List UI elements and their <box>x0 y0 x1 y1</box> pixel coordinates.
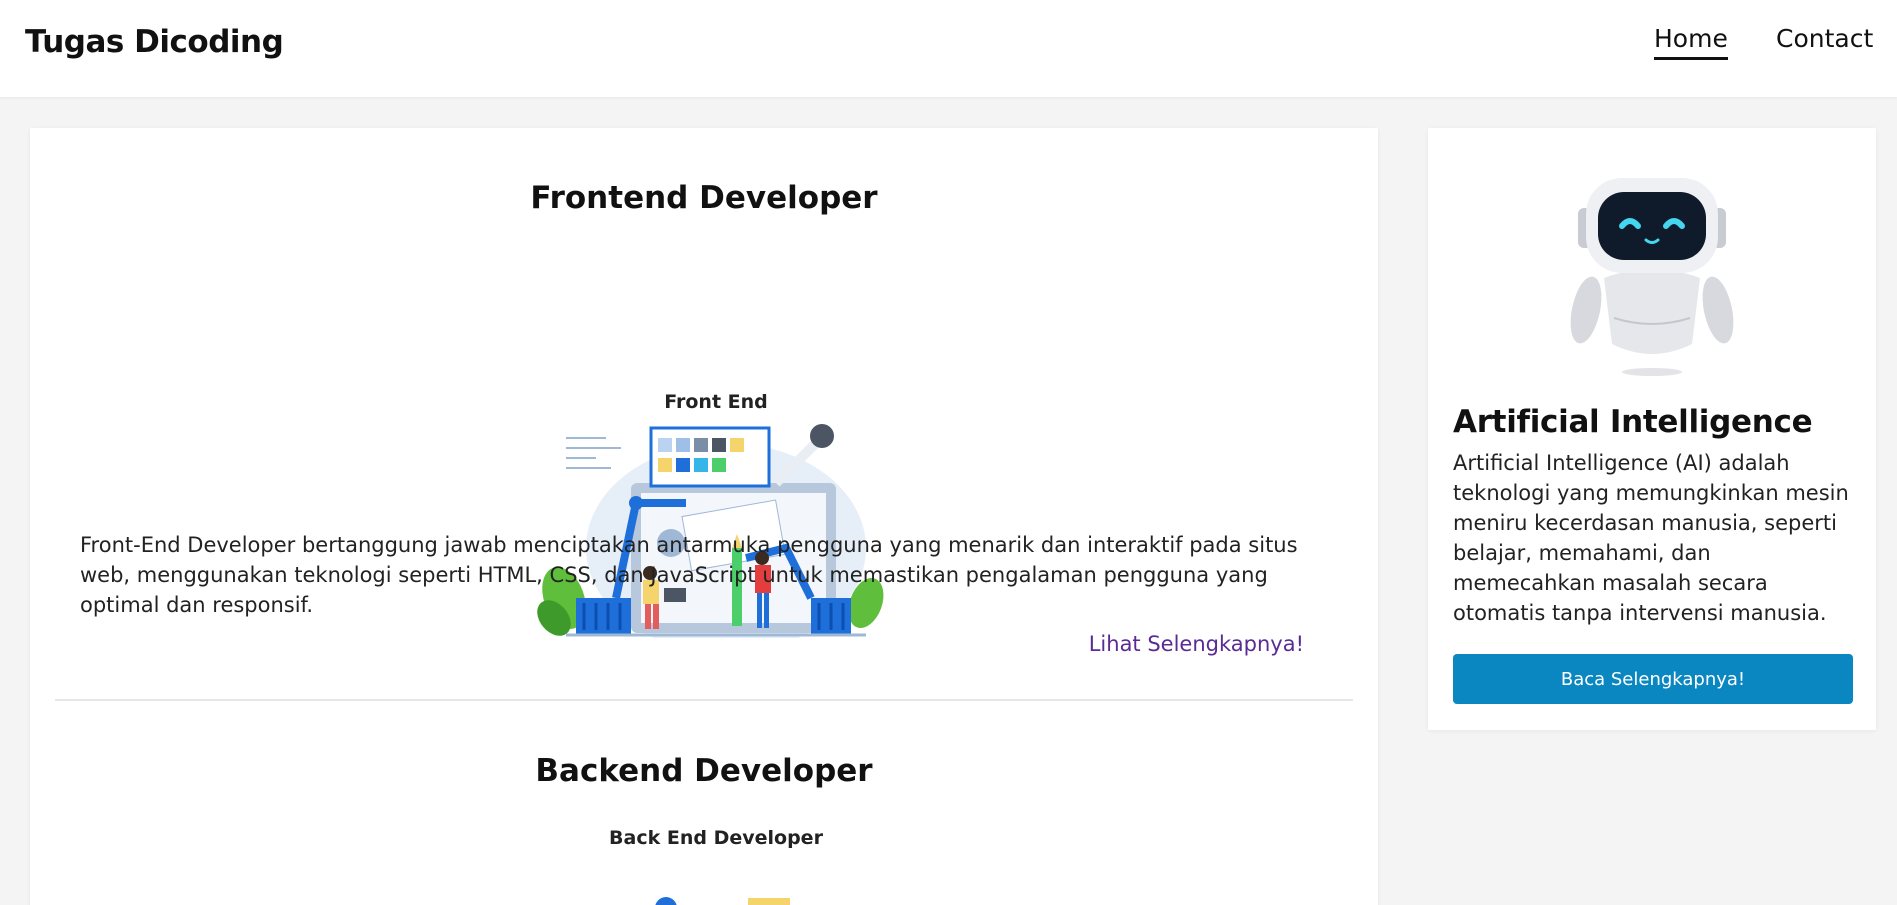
ai-sidebar-card: Artificial Intelligence Artificial Intel… <box>1428 128 1876 730</box>
frontend-illustration-caption: Front End <box>664 391 768 413</box>
backend-illustration-caption: Back End Developer <box>609 828 824 849</box>
robot-illustration <box>1570 178 1734 376</box>
frontend-read-more-link[interactable]: Lihat Selengkapnya! <box>1089 632 1304 656</box>
nav-contact-link[interactable]: Contact <box>1776 24 1873 53</box>
read-more-button[interactable]: Baca Selengkapnya! <box>1453 654 1853 704</box>
nav-home-link[interactable]: Home <box>1654 24 1728 60</box>
frontend-article-title: Frontend Developer <box>530 180 878 216</box>
ai-description: Artificial Intelligence (AI) adalah tekn… <box>1453 451 1849 625</box>
frontend-article-text: Front-End Developer bertanggung jawab me… <box>80 533 1298 617</box>
site-header: Tugas Dicoding Home Contact <box>0 0 1897 97</box>
backend-illustration: Back End Developer JS <box>609 828 824 905</box>
main-content-card: Frontend Developer Front End Front-End D… <box>30 128 1378 905</box>
backend-article-title: Backend Developer <box>535 753 873 789</box>
site-brand: Tugas Dicoding <box>25 24 284 60</box>
ai-title: Artificial Intelligence <box>1453 404 1813 440</box>
article-divider <box>55 699 1353 701</box>
